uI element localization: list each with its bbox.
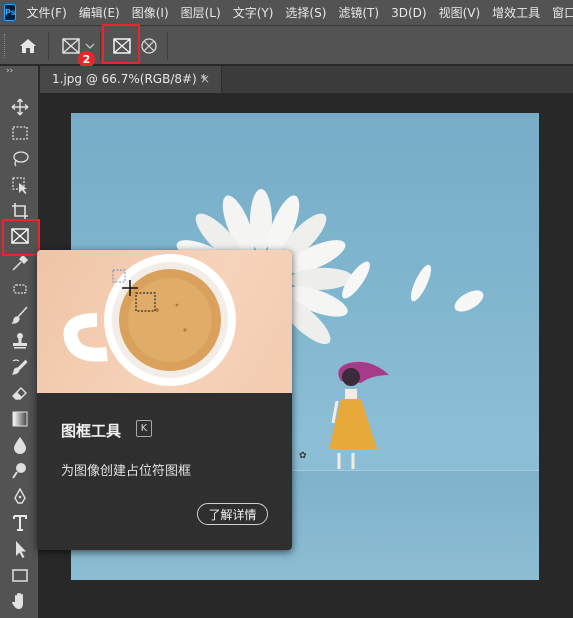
document-tab[interactable]: 1.jpg @ 66.7%(RGB/8#) * × [40, 66, 222, 93]
brush-icon[interactable] [10, 305, 30, 325]
menu-bar: Ps 文件(F) 编辑(E) 图像(I) 图层(L) 文字(Y) 选择(S) 滤… [0, 0, 573, 25]
learn-more-button[interactable]: 了解详情 [197, 503, 268, 525]
tooltip-description: 为图像创建占位符图框 [61, 464, 192, 479]
eyedropper-icon[interactable] [10, 253, 30, 273]
move-icon[interactable] [10, 97, 30, 117]
highlight-box-2 [102, 24, 140, 64]
options-separator [167, 32, 168, 60]
document-tab-label: 1.jpg @ 66.7%(RGB/8#) * [52, 72, 207, 86]
hand-icon[interactable] [10, 591, 30, 611]
eraser-icon[interactable] [10, 383, 30, 403]
gradient-icon[interactable] [10, 409, 30, 429]
highlight-box-1 [2, 219, 40, 256]
close-icon[interactable]: × [200, 72, 210, 86]
path-select-icon[interactable] [10, 539, 30, 559]
options-separator [100, 32, 101, 60]
menu-edit[interactable]: 编辑(E) [79, 4, 120, 21]
ellipse-frame-icon[interactable] [139, 36, 159, 56]
pen-icon[interactable] [10, 487, 30, 507]
menu-select[interactable]: 选择(S) [285, 4, 326, 21]
photoshop-logo[interactable]: Ps [4, 4, 17, 21]
blur-icon[interactable] [10, 435, 30, 455]
menu-type[interactable]: 文字(Y) [233, 4, 274, 21]
menu-file[interactable]: 文件(F) [26, 4, 66, 21]
stamp-icon[interactable] [10, 331, 30, 351]
chevron-down-icon[interactable] [85, 38, 95, 52]
collapse-toolbar-icon[interactable]: ›› [6, 66, 13, 76]
home-icon[interactable] [17, 35, 39, 57]
tooltip-title: 图框工具 [61, 422, 122, 440]
menu-image[interactable]: 图像(I) [132, 4, 169, 21]
tooltip-shortcut-key: K [136, 420, 152, 437]
svg-text:✿: ✿ [299, 451, 307, 461]
marquee-icon[interactable] [10, 123, 30, 143]
menu-plugins[interactable]: 增效工具 [492, 4, 540, 21]
object-select-icon[interactable] [10, 175, 30, 195]
lasso-icon[interactable] [10, 149, 30, 169]
history-brush-icon[interactable] [10, 357, 30, 377]
menu-filter[interactable]: 滤镜(T) [338, 4, 379, 21]
tooltip-preview-image [37, 250, 292, 393]
options-bar-grip[interactable] [4, 34, 6, 58]
menu-view[interactable]: 视图(V) [439, 4, 481, 21]
menu-window[interactable]: 窗口( [552, 4, 573, 21]
healing-icon[interactable] [10, 279, 30, 299]
rectangle-icon[interactable] [10, 565, 30, 585]
type-icon[interactable] [10, 513, 30, 533]
tools-panel: ›› [0, 66, 39, 618]
tool-tooltip: 图框工具 K 为图像创建占位符图框 了解详情 [37, 250, 292, 550]
dodge-icon[interactable] [10, 461, 30, 481]
menu-layer[interactable]: 图层(L) [181, 4, 221, 21]
crop-icon[interactable] [10, 201, 30, 221]
options-separator [48, 32, 49, 60]
menu-3d[interactable]: 3D(D) [391, 6, 426, 20]
coffee-cup-illustration [63, 254, 236, 386]
